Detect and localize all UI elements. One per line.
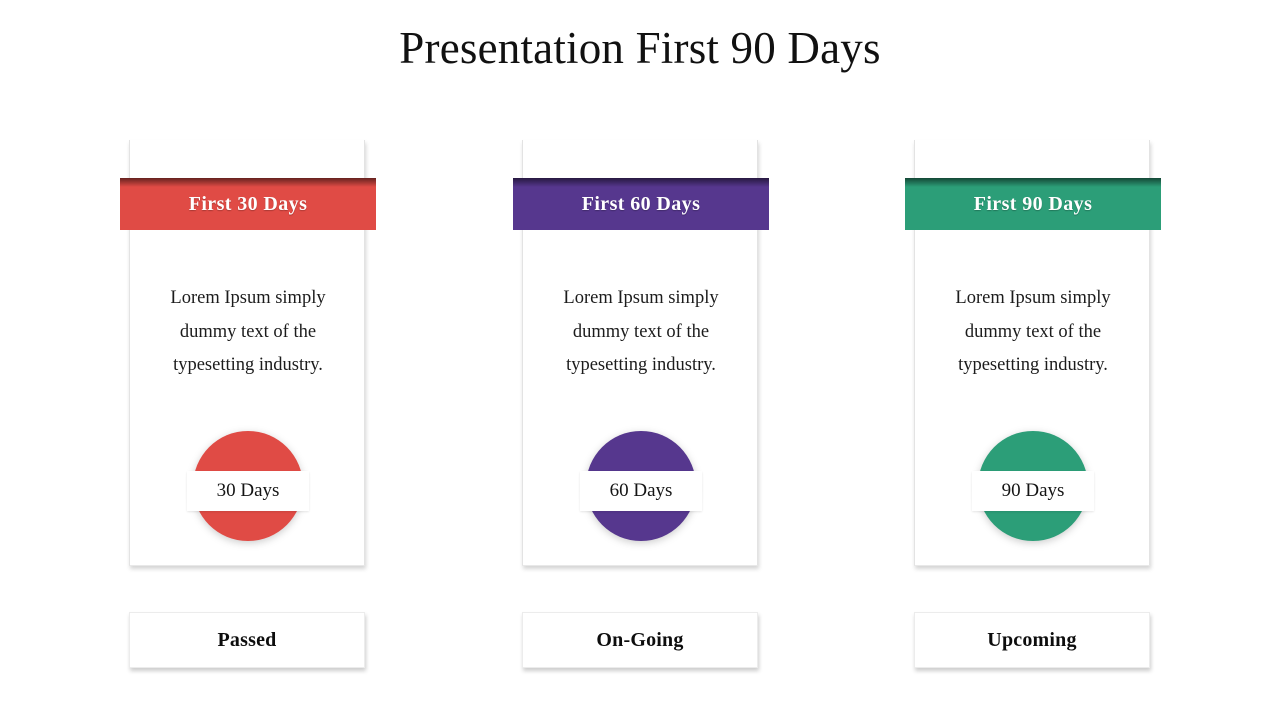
phase-card[interactable]: First 60 Days Lorem Ipsum simply dummy t… [513,140,769,566]
phase-badge-label: 90 Days [972,471,1094,511]
timeline-columns: First 30 Days Lorem Ipsum simply dummy t… [0,140,1280,680]
phase-banner: First 90 Days [905,178,1161,230]
phase-badge-label: 30 Days [187,471,309,511]
phase-banner-label: First 90 Days [973,192,1093,215]
phase-description: Lorem Ipsum simply dummy text of the typ… [170,288,326,375]
phase-banner: First 30 Days [120,178,376,230]
phase-banner-label: First 30 Days [188,192,308,215]
timeline-column-2[interactable]: First 60 Days Lorem Ipsum simply dummy t… [513,140,769,668]
phase-badge: 90 Days [915,428,1151,548]
timeline-column-1[interactable]: First 30 Days Lorem Ipsum simply dummy t… [120,140,376,668]
phase-description: Lorem Ipsum simply dummy text of the typ… [955,288,1111,375]
phase-banner: First 60 Days [513,178,769,230]
status-badge[interactable]: Passed [129,612,365,668]
page-title: Presentation First 90 Days [399,23,881,73]
phase-badge-label: 60 Days [580,471,702,511]
phase-description: Lorem Ipsum simply dummy text of the typ… [563,288,719,375]
phase-card[interactable]: First 30 Days Lorem Ipsum simply dummy t… [120,140,376,566]
phase-card[interactable]: First 90 Days Lorem Ipsum simply dummy t… [905,140,1161,566]
timeline-column-3[interactable]: First 90 Days Lorem Ipsum simply dummy t… [905,140,1161,668]
phase-badge: 30 Days [130,428,366,548]
status-badge[interactable]: Upcoming [914,612,1150,668]
slide-canvas: Presentation First 90 Days First 30 Days… [0,0,1280,720]
status-badge[interactable]: On-Going [522,612,758,668]
phase-banner-label: First 60 Days [581,192,701,215]
phase-badge: 60 Days [523,428,759,548]
